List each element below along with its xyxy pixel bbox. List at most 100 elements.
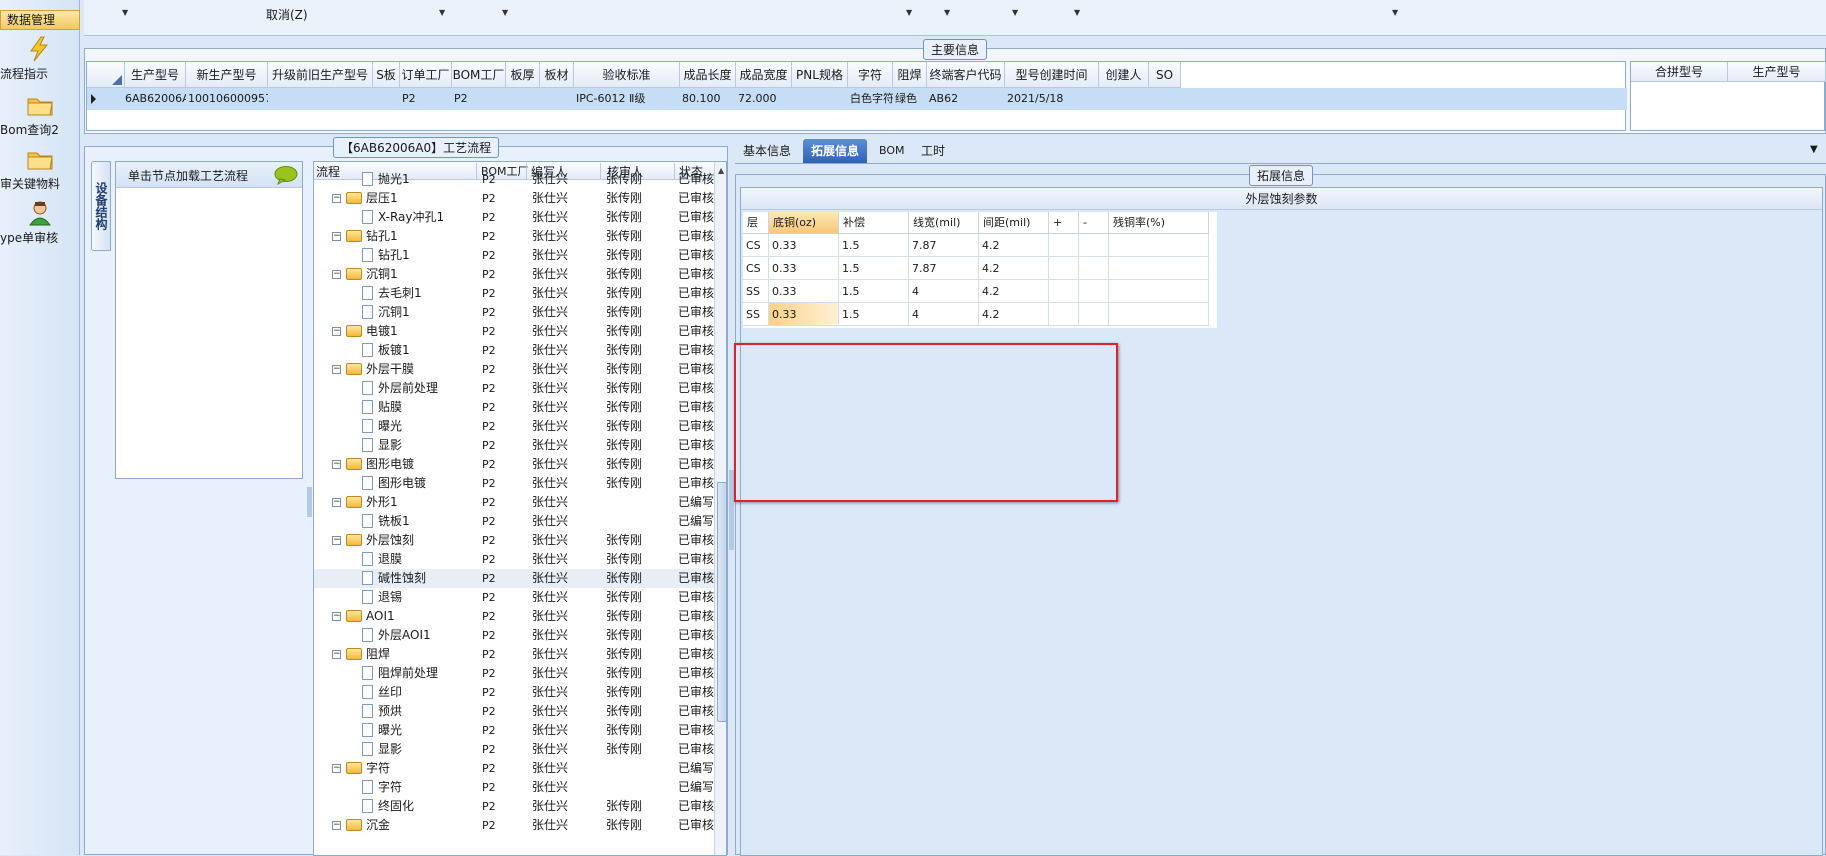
chevron-down-icon[interactable]: ▼ [122, 8, 128, 17]
cell-7[interactable] [540, 88, 574, 110]
tree-row[interactable]: − 层压1 P2 张仕兴 张传刚 已审核 [314, 189, 726, 208]
cell-15[interactable]: 2021/5/18 [1005, 88, 1099, 110]
ext-cell[interactable]: 1.5 [839, 280, 909, 303]
tab-work-hours[interactable]: 工时 [913, 139, 953, 163]
col-header-10[interactable]: 成品宽度 [736, 62, 792, 88]
ext-cell[interactable]: 4.2 [979, 257, 1049, 280]
cell-0[interactable]: 6AB62006A0 [123, 88, 186, 110]
tree-row[interactable]: 贴膜 P2 张仕兴 张传刚 已审核 [314, 398, 726, 417]
tree-row[interactable]: − 阻焊 P2 张仕兴 张传刚 已审核 [314, 645, 726, 664]
cell-6[interactable] [506, 88, 540, 110]
collapse-icon[interactable]: − [332, 536, 341, 545]
col-header-2[interactable]: 升级前旧生产型号 [268, 62, 373, 88]
ext-cell[interactable] [1109, 303, 1209, 326]
collapse-icon[interactable]: − [332, 650, 341, 659]
collapse-icon[interactable]: − [332, 270, 341, 279]
col-header-12[interactable]: 字符 [848, 62, 893, 88]
tree-row[interactable]: 显影 P2 张仕兴 张传刚 已审核 [314, 740, 726, 759]
tree-row[interactable]: − 电镀1 P2 张仕兴 张传刚 已审核 [314, 322, 726, 341]
tree-row[interactable]: − 图形电镀 P2 张仕兴 张传刚 已审核 [314, 455, 726, 474]
ext-cell[interactable]: 1.5 [839, 234, 909, 257]
nav-item-bom-query[interactable]: Bom查询2 [0, 92, 80, 138]
ext-cell[interactable]: CS [743, 234, 769, 257]
ext-cell[interactable]: SS [743, 280, 769, 303]
cell-5[interactable]: P2 [452, 88, 506, 110]
ext-cell[interactable]: 0.33 [769, 303, 839, 326]
chevron-down-icon[interactable]: ▼ [439, 8, 445, 17]
col-header-3[interactable]: S板 [373, 62, 400, 88]
tree-row[interactable]: 碱性蚀刻 P2 张仕兴 张传刚 已审核 [314, 569, 726, 588]
tree-row[interactable]: − 钻孔1 P2 张仕兴 张传刚 已审核 [314, 227, 726, 246]
ext-cell[interactable] [1049, 234, 1079, 257]
tab-extended-info[interactable]: 拓展信息 [803, 139, 868, 163]
cell-12[interactable]: 白色字符 [848, 88, 893, 110]
collapse-icon[interactable]: − [332, 764, 341, 773]
ext-cell[interactable] [1109, 257, 1209, 280]
tree-row[interactable]: 铣板1 P2 张仕兴 已编写 [314, 512, 726, 531]
tree-row[interactable]: − 沉金 P2 张仕兴 张传刚 已审核 [314, 816, 726, 835]
chevron-down-icon[interactable]: ▼ [1392, 8, 1398, 17]
tree-row[interactable]: 板镀1 P2 张仕兴 张传刚 已审核 [314, 341, 726, 360]
tree-row[interactable]: 抛光1 P2 张仕兴 张传刚 已审核 [314, 170, 726, 189]
tree-row[interactable]: 字符 P2 张仕兴 已编写 [314, 778, 726, 797]
tree-row[interactable]: − 字符 P2 张仕兴 已编写 [314, 759, 726, 778]
col-header-8[interactable]: 验收标准 [574, 62, 680, 88]
tree-row[interactable]: 显影 P2 张仕兴 张传刚 已审核 [314, 436, 726, 455]
nav-item-type-review[interactable]: ype单审核 [0, 200, 80, 246]
collapse-icon[interactable]: − [332, 194, 341, 203]
col-header-0[interactable]: 生产型号 [125, 62, 186, 88]
ext-cell[interactable]: 4.2 [979, 303, 1049, 326]
collapse-icon[interactable]: − [332, 327, 341, 336]
ext-cell[interactable]: 4.2 [979, 280, 1049, 303]
cell-13[interactable]: 绿色 [893, 88, 927, 110]
col-header-11[interactable]: PNL规格 [792, 62, 848, 88]
tree-row[interactable]: − 外层干膜 P2 张仕兴 张传刚 已审核 [314, 360, 726, 379]
ext-col-header-0[interactable]: 层 [743, 212, 769, 234]
col-header-13[interactable]: 阻焊 [893, 62, 927, 88]
ext-col-header-5[interactable]: + [1049, 212, 1079, 234]
collapse-icon[interactable]: − [332, 612, 341, 621]
col-header-4[interactable]: 订单工厂 [400, 62, 452, 88]
col-header-1[interactable]: 新生产型号 [186, 62, 268, 88]
collapse-icon[interactable]: − [332, 460, 341, 469]
col-header-production-model[interactable]: 生产型号 [1728, 62, 1826, 82]
tree-row[interactable]: 预烘 P2 张仕兴 张传刚 已审核 [314, 702, 726, 721]
tree-row[interactable]: 丝印 P2 张仕兴 张传刚 已审核 [314, 683, 726, 702]
side-tab-equipment-structure[interactable]: 设备结构 [91, 161, 111, 251]
tree-row[interactable]: 去毛刺1 P2 张仕兴 张传刚 已审核 [314, 284, 726, 303]
cell-16[interactable] [1099, 88, 1149, 110]
tree-row[interactable]: − 外层蚀刻 P2 张仕兴 张传刚 已审核 [314, 531, 726, 550]
nav-item-process-instruction[interactable]: 流程指示 [0, 36, 80, 82]
nav-item-data-management[interactable]: 数据管理 [0, 10, 80, 30]
ext-cell[interactable] [1049, 257, 1079, 280]
col-header-9[interactable]: 成品长度 [680, 62, 736, 88]
col-header-16[interactable]: 创建人 [1099, 62, 1149, 88]
table-row[interactable]: 6AB62006A010010600095764 P2P2 IPC-6012 Ⅱ级8… [87, 88, 1627, 110]
ext-col-header-7[interactable]: 残铜率(%) [1109, 212, 1209, 234]
tree-row[interactable]: 曝光 P2 张仕兴 张传刚 已审核 [314, 721, 726, 740]
cell-2[interactable] [268, 88, 373, 110]
ext-cell[interactable]: SS [743, 303, 769, 326]
ext-cell[interactable] [1049, 280, 1079, 303]
tree-scrollbar[interactable]: ▲ [714, 162, 726, 855]
scroll-thumb[interactable] [717, 482, 726, 722]
hint-header[interactable]: 单击节点加载工艺流程 [116, 162, 302, 188]
ext-col-header-2[interactable]: 补偿 [839, 212, 909, 234]
tab-bom[interactable]: BOM [871, 139, 913, 163]
ext-cell[interactable]: 0.33 [769, 234, 839, 257]
chevron-down-icon[interactable]: ▼ [906, 8, 912, 17]
cancel-label[interactable]: 取消(Z) [266, 6, 308, 23]
tree-row[interactable]: 沉铜1 P2 张仕兴 张传刚 已审核 [314, 303, 726, 322]
ext-cell[interactable]: 0.33 [769, 257, 839, 280]
ext-cell[interactable]: 4 [909, 280, 979, 303]
tree-row[interactable]: − AOI1 P2 张仕兴 张传刚 已审核 [314, 607, 726, 626]
tree-row[interactable]: − 外形1 P2 张仕兴 已编写 [314, 493, 726, 512]
ext-cell[interactable] [1049, 303, 1079, 326]
tree-row[interactable]: 图形电镀 P2 张仕兴 张传刚 已审核 [314, 474, 726, 493]
collapse-icon[interactable]: − [332, 498, 341, 507]
tree-row[interactable]: 外层AOI1 P2 张仕兴 张传刚 已审核 [314, 626, 726, 645]
tree-row[interactable]: 曝光 P2 张仕兴 张传刚 已审核 [314, 417, 726, 436]
cell-10[interactable]: 72.000 [736, 88, 792, 110]
cell-14[interactable]: AB62 [927, 88, 1005, 110]
tab-basic-info[interactable]: 基本信息 [735, 139, 799, 163]
